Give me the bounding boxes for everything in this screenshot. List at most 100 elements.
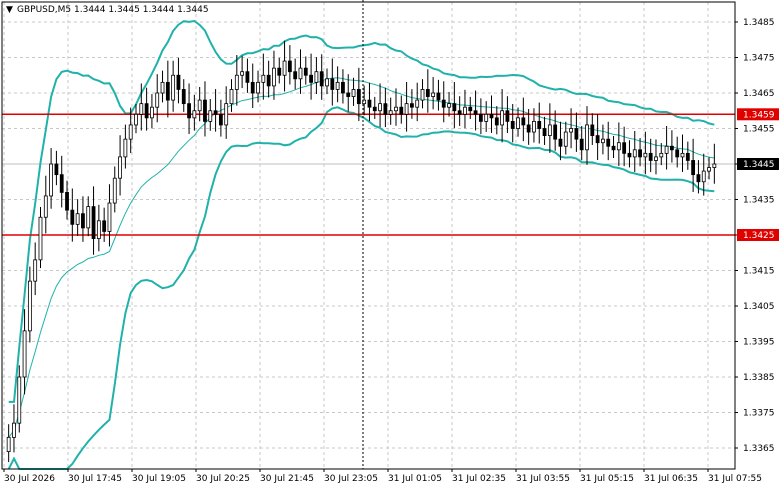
level-price-label: 1.3459 — [743, 110, 775, 120]
candle-body — [463, 106, 467, 115]
x-tick-label: 30 Jul 23:05 — [324, 474, 378, 484]
candle-body — [627, 152, 632, 158]
candle-body — [102, 220, 107, 232]
candle-body — [298, 67, 303, 80]
x-tick-label: 31 Jul 01:05 — [388, 474, 442, 484]
candle-body — [707, 167, 711, 172]
candle-body — [367, 99, 372, 108]
candle-body — [585, 124, 589, 151]
candle-body — [107, 202, 112, 232]
candle-body — [309, 74, 313, 83]
candle-body — [356, 89, 361, 105]
candle-body — [441, 99, 446, 108]
candle-body — [616, 142, 621, 151]
chart-background — [0, 0, 781, 489]
candle-body — [680, 152, 685, 158]
y-tick-label: 1.3465 — [743, 89, 775, 99]
candle-body — [383, 103, 388, 115]
candle-body — [558, 138, 563, 147]
candle-body — [128, 124, 133, 140]
candle-body — [27, 280, 32, 332]
candle-body — [601, 138, 605, 144]
candle-body — [537, 121, 542, 129]
x-tick-label: 31 Jul 05:15 — [580, 474, 634, 484]
candle-body — [261, 74, 266, 83]
candle-body — [250, 81, 255, 94]
candle-body — [118, 156, 122, 179]
y-tick-label: 1.3435 — [743, 196, 775, 206]
candle-body — [213, 110, 218, 115]
chart-canvas[interactable]: 1.3485 1.3475 1.3465 1.3455 1.3445 1.3435 1.34… — [0, 0, 781, 489]
x-tick-label: 31 Jul 02:35 — [452, 474, 506, 484]
candle-body — [181, 89, 186, 105]
candle-body — [510, 121, 515, 129]
candle-body — [187, 103, 191, 119]
candle-body — [272, 67, 276, 87]
candle-body — [701, 170, 706, 183]
candle-body — [139, 103, 144, 115]
candle-body — [123, 138, 128, 158]
candle-body — [664, 145, 669, 154]
y-tick-label: 1.3475 — [743, 54, 775, 64]
candle-body — [516, 117, 520, 129]
candle-body — [112, 177, 117, 204]
y-tick-label: 1.3485 — [743, 18, 775, 28]
candle-body — [256, 81, 260, 94]
candle-body — [70, 209, 75, 225]
candle-body — [521, 117, 526, 126]
candle-body — [494, 117, 499, 126]
candle-body — [372, 106, 377, 112]
candle-body — [134, 113, 138, 126]
candle-body — [171, 74, 176, 101]
y-tick-label: 1.3365 — [743, 444, 775, 454]
candle-body — [341, 81, 345, 94]
candle-body — [691, 160, 696, 176]
candle-body — [22, 330, 27, 378]
candle-body — [457, 110, 462, 115]
candle-body — [346, 92, 351, 97]
candle-body — [394, 106, 398, 112]
y-tick-label: 1.3385 — [743, 373, 775, 383]
candle-body — [669, 145, 674, 151]
candle-body — [266, 74, 271, 87]
candle-body — [96, 220, 101, 239]
candle-body — [335, 81, 340, 90]
x-tick-label: 30 Jul 2026 — [4, 474, 55, 484]
candle-body — [165, 81, 170, 101]
candle-body — [452, 103, 457, 112]
candle-body — [712, 163, 717, 168]
candle-body — [43, 195, 48, 218]
candle-body — [314, 71, 319, 83]
candle-body — [303, 67, 308, 76]
candle-body — [319, 71, 324, 87]
candle-body — [648, 152, 653, 161]
candle-body — [176, 74, 181, 90]
candle-body — [436, 92, 441, 101]
candle-body — [150, 106, 154, 119]
price-chart[interactable]: 1.3485 1.3475 1.3465 1.3455 1.3445 1.3435 1.34… — [0, 0, 781, 489]
candle-body — [478, 113, 483, 122]
candle-body — [325, 78, 329, 87]
candle-body — [431, 92, 436, 97]
symbol-ohlc-label: GBPUSD,M5 1.3444 1.3445 1.3444 1.3445 — [17, 5, 209, 15]
candle-body — [425, 89, 430, 97]
candle-body — [49, 163, 54, 197]
candle-body — [532, 121, 536, 133]
dropdown-arrow-icon[interactable]: ▼ — [6, 5, 13, 15]
x-tick-label: 30 Jul 17:45 — [68, 474, 122, 484]
candle-body — [399, 106, 404, 115]
candle-body — [81, 213, 85, 229]
candle-body — [293, 71, 298, 80]
candle-body — [351, 89, 356, 97]
candle-body — [622, 142, 627, 154]
candle-body — [569, 128, 573, 133]
candle-body — [59, 174, 64, 193]
y-tick-label: 1.3375 — [743, 409, 775, 419]
y-tick-label: 1.3415 — [743, 267, 775, 277]
candle-body — [86, 206, 91, 229]
candle-body — [484, 113, 489, 122]
x-tick-label: 31 Jul 03:55 — [516, 474, 570, 484]
candle-body — [611, 145, 616, 151]
candle-body — [38, 216, 43, 261]
candle-body — [526, 124, 531, 133]
